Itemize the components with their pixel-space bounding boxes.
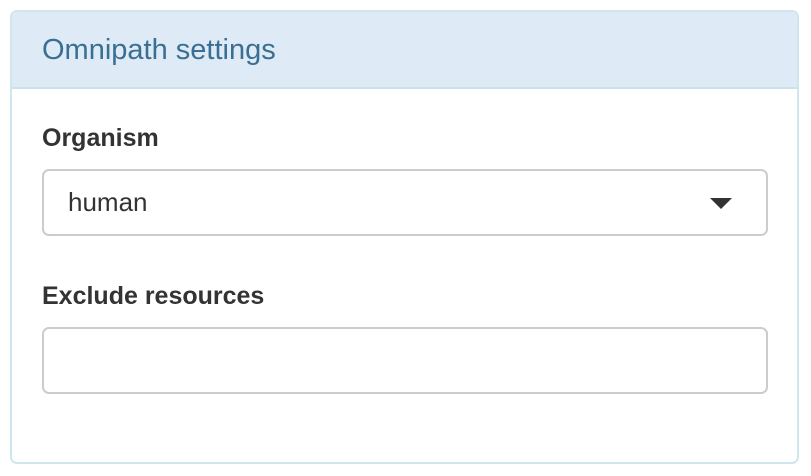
exclude-resources-input[interactable] bbox=[42, 327, 768, 394]
chevron-down-icon bbox=[710, 198, 732, 209]
panel-title: Omnipath settings bbox=[42, 34, 276, 66]
organism-select[interactable]: human bbox=[42, 169, 768, 236]
panel-heading: Omnipath settings bbox=[12, 12, 797, 89]
organism-label: Organism bbox=[42, 124, 159, 152]
omnipath-settings-panel: Omnipath settings Organism human Exclude… bbox=[10, 10, 799, 464]
organism-select-value: human bbox=[68, 187, 148, 217]
exclude-resources-label: Exclude resources bbox=[42, 282, 265, 310]
